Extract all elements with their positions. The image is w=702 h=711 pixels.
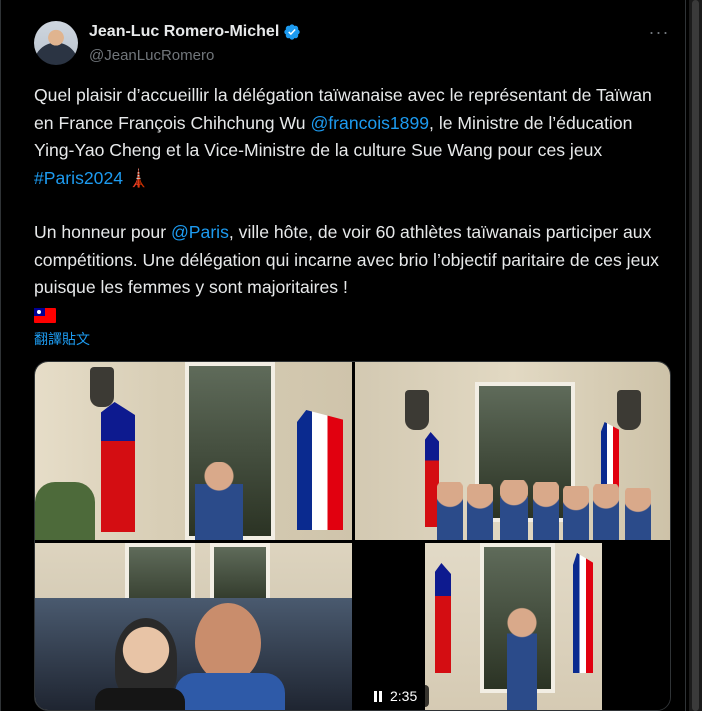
eiffel-tower-emoji-icon: 🗼 xyxy=(127,167,150,188)
tweet-text: Quel plaisir d’accueillir la délégation … xyxy=(34,82,664,329)
person xyxy=(195,462,243,540)
photo-2[interactable] xyxy=(355,362,670,540)
person xyxy=(467,484,493,540)
verified-badge-icon xyxy=(284,24,300,40)
person xyxy=(437,482,463,540)
mention-paris[interactable]: @Paris xyxy=(171,222,229,242)
wall-lamp xyxy=(617,390,641,430)
france-flag-photo xyxy=(573,553,593,673)
pause-icon[interactable] xyxy=(373,690,383,702)
hashtag-paris2024[interactable]: #Paris2024 xyxy=(34,168,123,188)
author-display-name[interactable]: Jean-Luc Romero-Michel xyxy=(89,23,279,41)
tweet-paragraph-1: Quel plaisir d’accueillir la délégation … xyxy=(34,82,664,192)
france-flag-photo xyxy=(297,410,343,530)
tweet-text-segment: Un honneur pour xyxy=(34,222,171,242)
woman-face xyxy=(115,618,177,698)
person xyxy=(500,480,528,540)
wall-lamp xyxy=(90,367,114,407)
video-duration-badge[interactable]: 2:35 xyxy=(365,685,429,707)
plant xyxy=(35,482,95,540)
person xyxy=(625,488,651,540)
taiwan-flag-icon xyxy=(34,307,56,323)
tweet-card: Jean-Luc Romero-Michel @JeanLucRomero ··… xyxy=(0,0,686,711)
dark-clothing xyxy=(95,688,185,710)
person xyxy=(507,603,537,710)
author-name-row: Jean-Luc Romero-Michel xyxy=(89,23,301,41)
mention-francois1899[interactable]: @francois1899 xyxy=(310,113,429,133)
photo-1[interactable] xyxy=(35,362,352,540)
man-face xyxy=(195,603,261,683)
tweet-paragraph-2: Un honneur pour @Paris, ville hôte, de v… xyxy=(34,219,664,302)
photo-3[interactable] xyxy=(35,543,352,710)
translate-post-link[interactable]: 翻譯貼文 xyxy=(34,329,90,349)
scrollbar-thumb[interactable] xyxy=(692,0,699,711)
person xyxy=(533,482,559,540)
person xyxy=(563,486,589,540)
wall-lamp xyxy=(405,390,429,430)
video-duration: 2:35 xyxy=(390,688,418,704)
more-options-button[interactable]: ··· xyxy=(644,23,674,45)
media-grid xyxy=(34,361,671,711)
person xyxy=(593,484,619,540)
author-handle[interactable]: @JeanLucRomero xyxy=(89,47,214,64)
video-frame xyxy=(425,543,602,710)
avatar[interactable] xyxy=(34,21,78,65)
taiwan-flag-photo xyxy=(435,563,451,673)
blue-jacket xyxy=(175,673,285,710)
taiwan-flag-photo xyxy=(101,402,135,532)
tweet-header: Jean-Luc Romero-Michel @JeanLucRomero ··… xyxy=(34,21,674,67)
